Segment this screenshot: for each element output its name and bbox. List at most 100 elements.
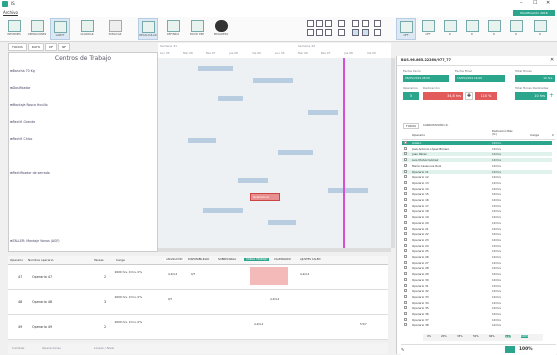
operario-list-item[interactable]: Operario 35 10 hrs xyxy=(402,306,552,310)
gantt-vscrollbar[interactable] xyxy=(391,58,395,248)
checkbox[interactable] xyxy=(404,215,407,219)
d-button-3[interactable]: D xyxy=(484,18,504,40)
operario-list-item[interactable]: José Antonio López Bimaro 10 hrs xyxy=(402,146,552,151)
publicar-button[interactable]: PUBLICAR xyxy=(105,18,125,40)
checkbox[interactable] xyxy=(404,277,407,281)
checkbox[interactable] xyxy=(404,243,407,247)
checkbox[interactable] xyxy=(404,220,407,224)
task-bar[interactable] xyxy=(268,220,296,225)
checkbox[interactable] xyxy=(404,158,407,162)
menu-archivo[interactable]: Archivo xyxy=(3,10,18,15)
operario-list-item[interactable]: Operario 21 10 hrs xyxy=(402,226,552,231)
task-bar[interactable] xyxy=(308,110,338,115)
task-bar[interactable] xyxy=(238,178,268,183)
gantt-hscrollbar[interactable] xyxy=(158,248,391,252)
operario-list-item[interactable]: Operario 25 10 hrs xyxy=(402,249,552,253)
operario-list-item[interactable]: Operario 20 10 hrs xyxy=(402,220,552,225)
tab-calendario[interactable]: CALENDARIO xyxy=(274,258,291,261)
maximize-button[interactable]: ☐ xyxy=(533,0,537,6)
checkbox[interactable] xyxy=(404,249,407,253)
operario-list-item[interactable]: Operario 32 10 hrs xyxy=(402,289,552,293)
gantt-button[interactable]: GANTT xyxy=(50,18,70,40)
operario-list-item[interactable]: Operario 18 10 hrs xyxy=(402,209,552,213)
tab-asignacion[interactable]: ASIGNACIÓN xyxy=(164,258,185,261)
footer-lineas[interactable]: Lineas / Nivel xyxy=(94,346,114,350)
add-icon[interactable]: ✚ xyxy=(465,92,473,100)
layers-icon[interactable] xyxy=(362,29,369,36)
tab-sobrecarga[interactable]: SOBRECARGA xyxy=(218,258,236,261)
dep-button[interactable]: EN DE DEP xyxy=(187,18,207,40)
operario-list-item[interactable]: Operario 16 10 hrs xyxy=(402,198,552,202)
plus-icon[interactable]: + xyxy=(549,92,554,99)
view-week-icon[interactable] xyxy=(316,20,323,27)
operario-list-item[interactable]: Luis Muñoz Gómez 10 hrs xyxy=(402,158,552,163)
operario-list-item[interactable]: Operario 31 10 hrs xyxy=(402,283,552,288)
operario-list-item[interactable]: Operario 37 10 hrs xyxy=(402,317,552,322)
tab-nf[interactable]: NF xyxy=(58,43,71,51)
operario-list-item[interactable]: María Casanova Ruiz 10 hrs xyxy=(402,163,552,168)
task-bar[interactable] xyxy=(253,78,293,83)
zoom-slider[interactable] xyxy=(505,346,515,353)
close-button[interactable]: ✕ xyxy=(546,0,550,6)
tab-todos-operarios[interactable]: TODOS xyxy=(403,123,420,129)
checkbox[interactable] xyxy=(404,180,407,184)
nav-prev-icon[interactable] xyxy=(316,29,323,36)
off-button-1[interactable]: OFF xyxy=(396,18,416,40)
definida-button[interactable]: DEFINIDA xyxy=(163,18,183,40)
operario-list-item[interactable]: Operario 24 10 hrs xyxy=(402,243,552,248)
grid-icon[interactable] xyxy=(352,20,359,27)
checkbox[interactable] xyxy=(404,323,407,327)
task-bar[interactable] xyxy=(188,138,216,143)
task-bar[interactable] xyxy=(278,150,313,155)
operario-list-item[interactable]: Operario 14 10 hrs xyxy=(402,186,552,191)
checkbox[interactable] xyxy=(404,141,407,144)
checkbox[interactable] xyxy=(404,203,407,207)
checkbox[interactable] xyxy=(404,237,407,241)
operario-list-item[interactable]: Operario 22 10 hrs xyxy=(402,232,552,236)
progreso-button[interactable]: PROGRESO xyxy=(211,18,231,40)
task-bar[interactable] xyxy=(203,208,243,213)
checkbox[interactable] xyxy=(404,192,407,196)
operario-list-item[interactable]: Operario 13 10 hrs xyxy=(402,180,552,185)
operaciones-button[interactable]: OPERACIONES xyxy=(27,18,47,40)
gantt-chart[interactable]: Grabadora xyxy=(158,58,391,250)
checkbox[interactable] xyxy=(404,209,407,213)
nav-first-icon[interactable] xyxy=(307,29,314,36)
d-button-1[interactable]: D xyxy=(440,18,460,40)
checkbox[interactable] xyxy=(404,186,407,190)
checkbox[interactable] xyxy=(404,300,407,304)
checkbox[interactable] xyxy=(404,146,407,150)
operario-list-item[interactable]: Operario 23 10 hrs xyxy=(402,237,552,242)
operario-list-item[interactable]: Operario 19 10 hrs xyxy=(402,215,552,219)
operario-list-item[interactable]: Operario 29 10 hrs xyxy=(402,272,552,276)
recalcular-button[interactable]: RECALCULAR xyxy=(138,18,158,40)
operario-list-item[interactable]: Operario 12 10 hrs xyxy=(402,175,552,179)
checkbox[interactable] xyxy=(404,232,407,236)
close-panel-icon[interactable]: ✕ xyxy=(550,57,554,63)
operario-list-item[interactable]: Operario 27 10 hrs xyxy=(402,260,552,265)
nav-next-icon[interactable] xyxy=(325,29,332,36)
operario-list-item[interactable]: Operario 11 10 hrs xyxy=(402,169,552,174)
operario-list-item[interactable]: Operario 38 10 hrs xyxy=(402,323,552,327)
work-center-row[interactable]: ⊞Rectif. Grande xyxy=(10,120,35,124)
checkbox[interactable] xyxy=(404,198,407,201)
resource-row[interactable]: 48 Operario 48 3 2000 hrs. 0 hrs. 0% 0/7… xyxy=(8,290,388,315)
checkbox[interactable] xyxy=(404,226,407,230)
checkbox[interactable] xyxy=(404,169,407,173)
end-date-field[interactable]: 13/05/2019 16:00 xyxy=(455,75,505,82)
tab-capacitacion[interactable]: CAPACITACIÓN (1) xyxy=(421,123,450,127)
operario-list-item[interactable]: Operario 30 10 hrs xyxy=(402,277,552,282)
checkbox[interactable] xyxy=(404,175,407,179)
resource-row[interactable]: 47 Operario 47 2 2000 hrs. 0 hrs. 0% 4,4… xyxy=(8,265,388,290)
d-button-2[interactable]: D xyxy=(462,18,482,40)
zoom-fit-icon[interactable] xyxy=(338,20,345,27)
operario-list-item[interactable]: Operario 36 10 hrs xyxy=(402,312,552,316)
operario-list-item[interactable]: Operario 28 10 hrs xyxy=(402,266,552,270)
operario-list-item[interactable]: Juan Pérez 10 hrs xyxy=(402,152,552,157)
view-month-icon[interactable] xyxy=(325,20,332,27)
calendar-icon[interactable] xyxy=(362,20,369,27)
tab-ajustes[interactable]: AJUSTES CALEN xyxy=(300,258,320,261)
checkbox[interactable] xyxy=(404,289,407,293)
checkbox[interactable] xyxy=(404,152,407,156)
operario-list-item[interactable]: Operario 26 10 hrs xyxy=(402,255,552,259)
